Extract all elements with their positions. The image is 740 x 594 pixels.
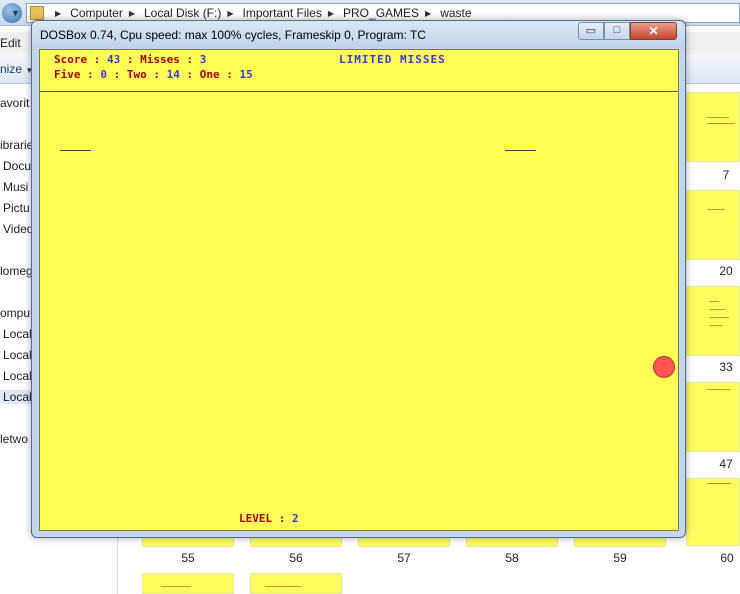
thumbnail-text-line xyxy=(709,309,725,310)
nav-item-libraries[interactable]: ibrarie xyxy=(0,138,33,152)
thumbnail-label: 56 xyxy=(289,551,303,565)
thumbnail-label: 55 xyxy=(181,551,195,565)
window-title: DOSBox 0.74, Cpu speed: max 100% cycles,… xyxy=(40,28,426,42)
file-thumbnail[interactable] xyxy=(574,537,666,547)
thumbnail-label: 20 xyxy=(719,264,733,278)
maximize-button[interactable]: □ xyxy=(604,22,630,40)
thumbnail-text-line xyxy=(707,123,735,124)
nav-item-music[interactable]: Musi xyxy=(3,180,28,194)
nav-item-local-disk[interactable]: Local xyxy=(3,369,32,383)
maximize-icon: □ xyxy=(613,24,621,36)
nav-item-computer[interactable]: ompu xyxy=(0,306,30,320)
thumbnail-text-line xyxy=(709,317,729,318)
file-thumbnail[interactable] xyxy=(142,573,234,594)
breadcrumb: ▶ Computer ▶ Local Disk (F:) ▶ Important… xyxy=(49,6,472,20)
score-line: Score : 43 : Misses : 3 xyxy=(54,53,206,66)
breadcrumb-chevron-icon[interactable]: ▶ xyxy=(55,9,61,18)
five-label: Five : xyxy=(54,68,101,81)
breadcrumb-chevron-icon[interactable]: ▶ xyxy=(129,9,135,18)
breadcrumb-chevron-icon[interactable]: ▶ xyxy=(425,9,431,18)
nav-item-pictures[interactable]: Pictu xyxy=(3,201,30,215)
score-label: Score : xyxy=(54,53,107,66)
file-thumbnail[interactable] xyxy=(686,190,740,260)
thumbnail-label: 33 xyxy=(719,360,733,374)
dosbox-window: DOSBox 0.74, Cpu speed: max 100% cycles,… xyxy=(31,20,686,538)
points-breakdown-line: Five : 0 : Two : 14 : One : 15 xyxy=(54,68,253,81)
misses-label: : Misses : xyxy=(120,53,200,66)
nav-item-local-disk[interactable]: Local xyxy=(3,327,32,341)
left-paddle xyxy=(60,150,91,151)
close-button[interactable]: ✕ xyxy=(630,22,677,40)
one-value: 15 xyxy=(239,68,253,81)
two-value: 14 xyxy=(166,68,180,81)
minimize-button[interactable]: ▭ xyxy=(578,22,604,40)
file-thumbnail[interactable] xyxy=(142,537,234,547)
level-label: LEVEL : xyxy=(239,512,292,525)
thumbnail-label: 47 xyxy=(719,457,733,471)
thumbnail-text-line xyxy=(707,209,725,210)
level-value: 2 xyxy=(291,512,299,525)
file-thumbnail[interactable] xyxy=(686,92,740,162)
file-thumbnail[interactable] xyxy=(686,382,740,452)
thumbnail-label: 58 xyxy=(505,551,519,565)
file-thumbnail[interactable] xyxy=(358,537,450,547)
thumbnail-text-line xyxy=(161,586,191,587)
thumbnail-text-line xyxy=(265,586,301,587)
organize-label: nize xyxy=(0,62,23,76)
thumbnail-label: 57 xyxy=(397,551,411,565)
level-line: LEVEL : 2 xyxy=(239,512,299,525)
nav-item-favorites[interactable]: avorit xyxy=(0,96,29,110)
organize-button[interactable]: nize ▼ xyxy=(0,62,33,76)
file-thumbnail[interactable] xyxy=(250,537,342,547)
nav-item-local-disk[interactable]: Local xyxy=(3,348,32,362)
nav-item-documents[interactable]: Docu xyxy=(3,159,31,173)
file-thumbnail[interactable] xyxy=(686,478,740,546)
close-icon: ✕ xyxy=(648,24,659,38)
breadcrumb-item-computer[interactable]: Computer xyxy=(70,6,123,20)
thumbnail-text-line xyxy=(709,301,719,302)
breadcrumb-item-pro-games[interactable]: PRO_GAMES xyxy=(343,6,419,20)
file-thumbnail[interactable] xyxy=(686,286,740,356)
hud-divider xyxy=(40,91,678,92)
file-thumbnail[interactable] xyxy=(466,537,558,547)
thumbnail-text-line xyxy=(707,389,731,390)
breadcrumb-item-important-files[interactable]: Important Files xyxy=(243,6,322,20)
two-label: : Two : xyxy=(106,68,167,81)
nav-item-network[interactable]: letwo xyxy=(0,432,28,446)
thumbnail-text-line xyxy=(707,117,729,118)
minimize-icon: ▭ xyxy=(585,25,597,37)
one-label: : One : xyxy=(179,68,240,81)
thumbnail-label: 7 xyxy=(722,168,730,182)
recent-pages-chevron-icon[interactable]: ▼ xyxy=(11,8,20,18)
menu-edit[interactable]: Edit xyxy=(0,36,21,50)
game-screen[interactable]: Score : 43 : Misses : 3 LIMITED MISSES F… xyxy=(39,49,679,531)
thumbnail-text-line xyxy=(707,483,731,484)
file-thumbnail[interactable] xyxy=(250,573,342,594)
misses-value: 3 xyxy=(199,53,207,66)
folder-icon xyxy=(30,6,44,20)
nav-item-homegroup[interactable]: lomeg xyxy=(0,264,33,278)
thumbnail-label: 59 xyxy=(613,551,627,565)
ball xyxy=(653,356,675,378)
game-mode-title: LIMITED MISSES xyxy=(339,53,446,66)
breadcrumb-chevron-icon[interactable]: ▶ xyxy=(328,9,334,18)
breadcrumb-item-local-disk[interactable]: Local Disk (F:) xyxy=(144,6,221,20)
dosbox-titlebar[interactable]: DOSBox 0.74, Cpu speed: max 100% cycles,… xyxy=(32,21,685,48)
breadcrumb-chevron-icon[interactable]: ▶ xyxy=(227,9,233,18)
right-paddle xyxy=(505,150,536,151)
thumbnail-label: 60 xyxy=(720,551,734,565)
thumbnail-text-line xyxy=(709,325,723,326)
five-value: 0 xyxy=(100,68,107,81)
score-value: 43 xyxy=(106,53,121,66)
breadcrumb-item-waste[interactable]: waste xyxy=(440,6,471,20)
nav-item-videos[interactable]: Video xyxy=(3,222,33,236)
